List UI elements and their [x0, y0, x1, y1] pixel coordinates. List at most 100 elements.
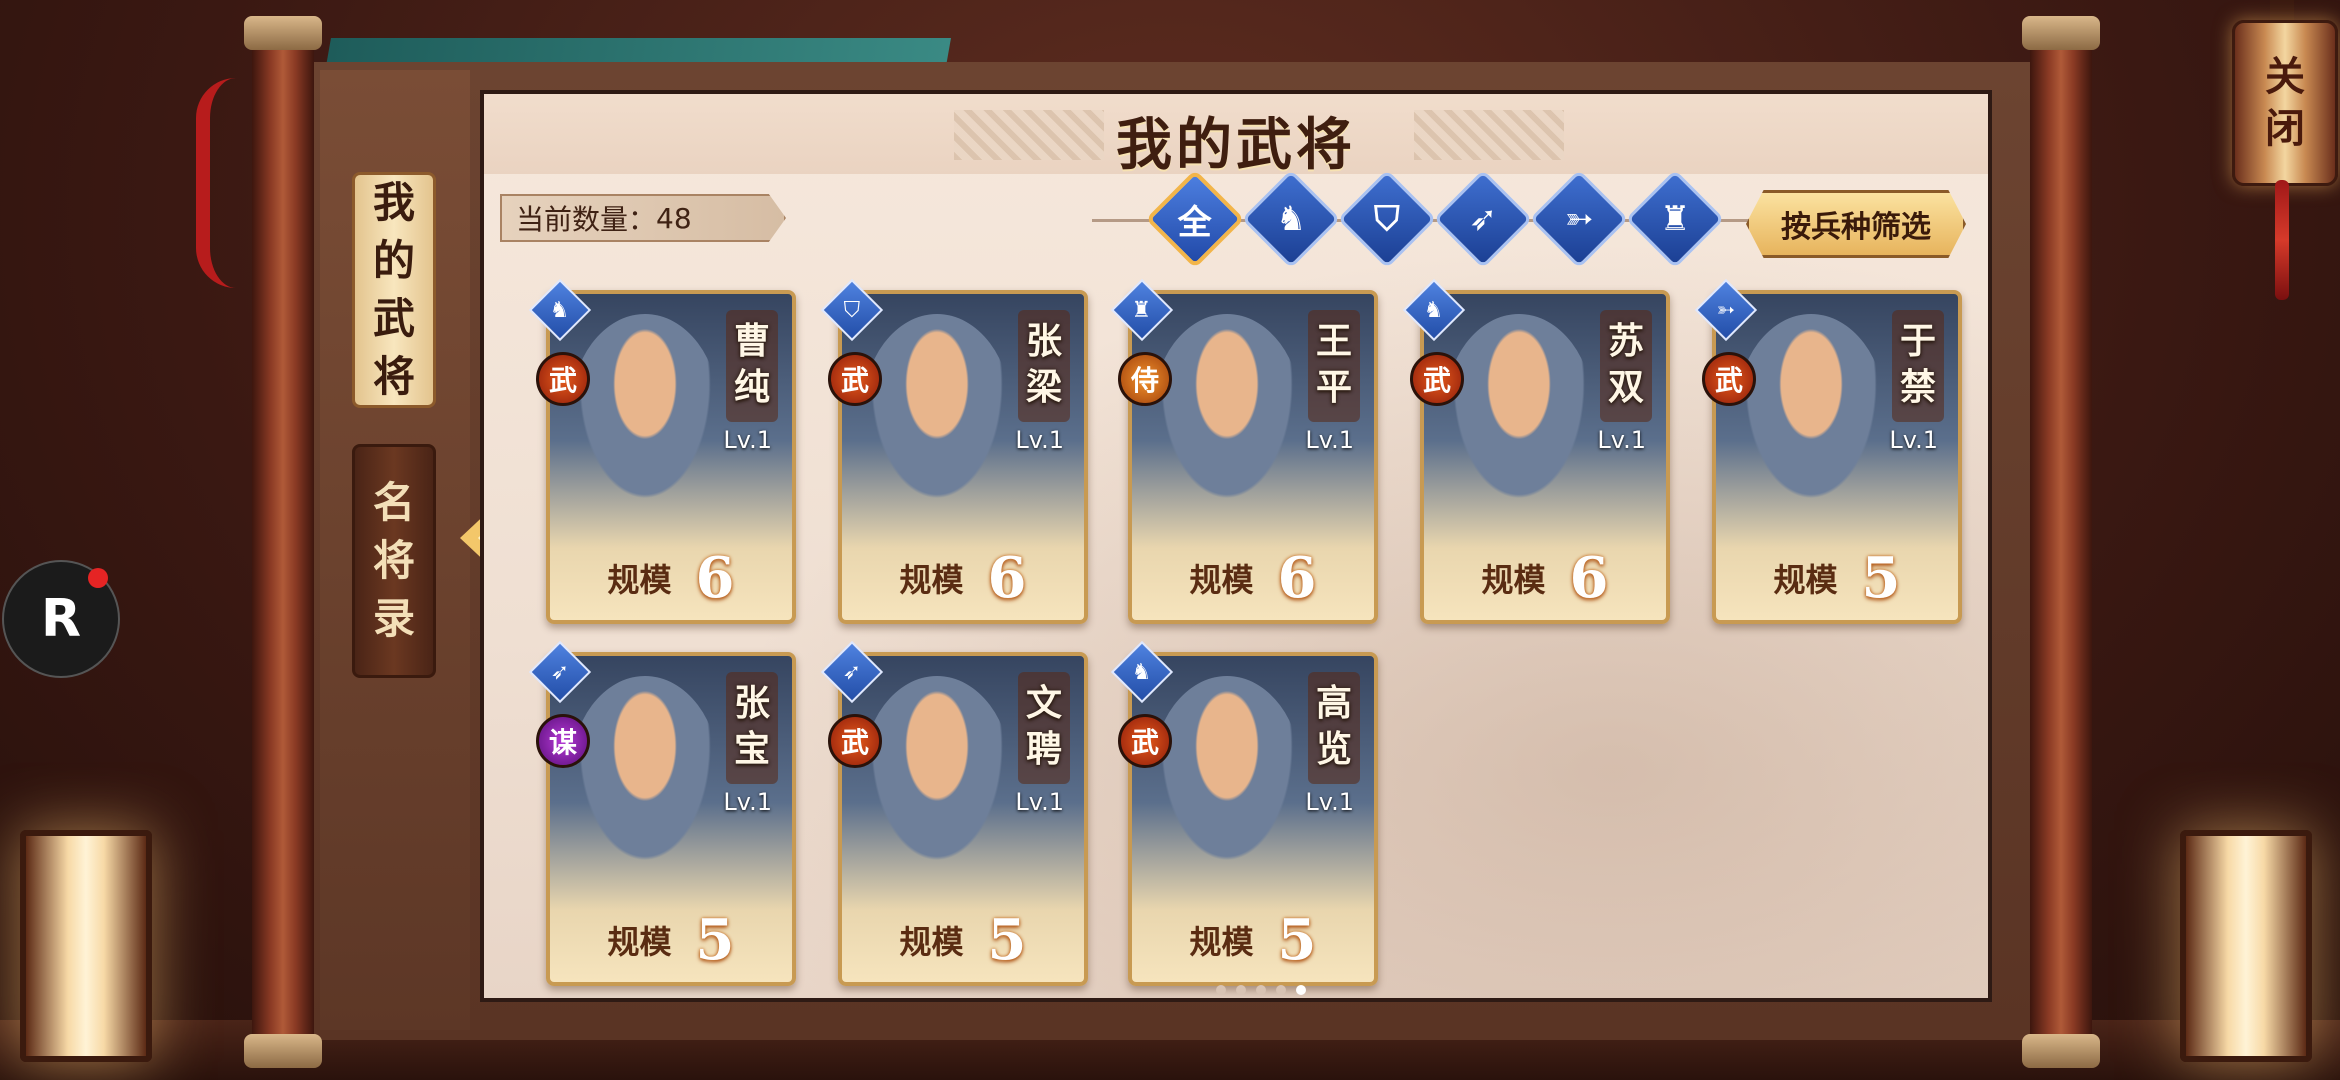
- scale-value: 5: [1277, 907, 1317, 973]
- page-title: 我的武将: [1116, 112, 1356, 178]
- scale-value: 6: [695, 545, 735, 611]
- general-level: Lv.1: [1305, 788, 1354, 816]
- general-name: 苏双: [1604, 318, 1648, 410]
- general-name: 张梁: [1022, 318, 1066, 410]
- tab-char: 将: [372, 352, 415, 401]
- role-badge: 武: [536, 352, 590, 406]
- general-card[interactable]: 苏双 Lv.1 ♞ 武规模 6: [1402, 278, 1670, 624]
- general-portrait: [1444, 314, 1594, 514]
- floor-lantern-right: [2180, 830, 2312, 1062]
- siege-icon: ♜: [1659, 198, 1691, 239]
- general-name: 张宝: [730, 680, 774, 772]
- general-card[interactable]: 王平 Lv.1 ♜ 侍规模 6: [1110, 278, 1378, 624]
- recording-dot: [88, 568, 108, 588]
- general-card[interactable]: 曹纯 Lv.1 ♞ 武规模 6: [528, 278, 796, 624]
- cavalry-icon: ♞: [1424, 297, 1444, 323]
- general-portrait: [1152, 314, 1302, 514]
- close-button[interactable]: 关 闭: [2232, 20, 2338, 186]
- floor-lantern-left: [20, 830, 152, 1062]
- general-name-char: 曹: [733, 320, 770, 362]
- page-indicator: [1216, 985, 1306, 995]
- bow-icon: ➳: [1716, 297, 1736, 323]
- scale-row: 规模 6: [1132, 545, 1374, 611]
- general-card[interactable]: 张宝 Lv.1 ➶ 谋规模 5: [528, 640, 796, 986]
- page-dot: [1216, 985, 1226, 995]
- cavalry-icon: ♞: [550, 297, 570, 323]
- scroll-rod-left: [244, 16, 322, 1068]
- cavalry-icon: ♞: [1275, 198, 1307, 239]
- spear-icon: ➶: [550, 659, 570, 685]
- tab-char: 的: [372, 236, 415, 285]
- shield-icon: ⛉: [843, 297, 861, 323]
- general-name: 高览: [1312, 680, 1356, 772]
- general-portrait: [1152, 676, 1302, 876]
- general-name-char: 平: [1315, 366, 1352, 408]
- spear-icon: ➶: [1468, 199, 1498, 239]
- scale-label: 规模: [899, 561, 964, 599]
- scale-value: 5: [1861, 545, 1901, 611]
- tab-char: 将: [372, 536, 415, 585]
- screen-recorder-button[interactable]: R: [2, 560, 120, 678]
- general-name-char: 王: [1315, 320, 1352, 362]
- general-name-char: 宝: [733, 728, 770, 770]
- general-name-char: 聘: [1025, 728, 1062, 770]
- scale-row: 规模 6: [1424, 545, 1666, 611]
- count-value: 48: [656, 201, 692, 235]
- role-badge: 武: [1702, 352, 1756, 406]
- general-card[interactable]: 高览 Lv.1 ♞ 武规模 5: [1110, 640, 1378, 986]
- general-name: 于禁: [1896, 318, 1940, 410]
- role-badge: 武: [1118, 714, 1172, 768]
- tab-famous-generals[interactable]: 名将录: [352, 444, 436, 678]
- general-name-char: 文: [1025, 682, 1062, 724]
- general-level: Lv.1: [1015, 426, 1064, 454]
- general-level: Lv.1: [1015, 788, 1064, 816]
- general-portrait: [862, 314, 1012, 514]
- scale-value: 6: [1569, 545, 1609, 611]
- shield-icon: ⛉: [1374, 199, 1400, 239]
- general-name-char: 纯: [733, 366, 770, 408]
- scale-label: 规模: [1481, 561, 1546, 599]
- scroll-rod-right: [2022, 16, 2100, 1068]
- bow-icon: ➳: [1564, 199, 1594, 239]
- recorder-icon: R: [40, 589, 82, 649]
- general-card[interactable]: 于禁 Lv.1 ➳ 武规模 5: [1694, 278, 1962, 624]
- filter-by-troop-button[interactable]: 按兵种筛选: [1746, 190, 1966, 258]
- general-name-char: 张: [733, 682, 770, 724]
- general-level: Lv.1: [723, 788, 772, 816]
- scale-label: 规模: [1189, 561, 1254, 599]
- scale-label: 规模: [607, 561, 672, 599]
- close-label-bottom: 闭: [2265, 105, 2305, 152]
- general-name: 文聘: [1022, 680, 1066, 772]
- general-name: 王平: [1312, 318, 1356, 410]
- general-card[interactable]: 张梁 Lv.1 ⛉ 武规模 6: [820, 278, 1088, 624]
- general-level: Lv.1: [1305, 426, 1354, 454]
- scale-label: 规模: [607, 923, 672, 961]
- general-portrait: [1736, 314, 1886, 514]
- filter-all-label: 全: [1178, 202, 1212, 243]
- general-name-char: 苏: [1607, 320, 1644, 362]
- cavalry-icon: ♞: [1132, 659, 1152, 685]
- general-portrait: [862, 676, 1012, 876]
- general-name: 曹纯: [730, 318, 774, 410]
- tab-char: 录: [372, 594, 415, 643]
- tab-my-generals[interactable]: 我的武将: [352, 172, 436, 408]
- scale-row: 规模 5: [842, 907, 1084, 973]
- count-label: 当前数量：: [516, 203, 657, 236]
- close-label-top: 关: [2265, 53, 2305, 100]
- general-level: Lv.1: [723, 426, 772, 454]
- tab-char: 名: [372, 478, 415, 527]
- general-level: Lv.1: [1597, 426, 1646, 454]
- general-name-char: 于: [1899, 320, 1936, 362]
- scale-value: 5: [987, 907, 1027, 973]
- general-name-char: 张: [1025, 320, 1062, 362]
- general-name-char: 双: [1607, 366, 1644, 408]
- siege-icon: ♜: [1132, 297, 1152, 323]
- spear-icon: ➶: [842, 659, 862, 685]
- title-band: 我的武将: [484, 94, 1988, 178]
- page-dot: [1276, 985, 1286, 995]
- general-name-char: 高: [1315, 682, 1352, 724]
- role-badge: 武: [1410, 352, 1464, 406]
- tab-char: 武: [372, 294, 415, 343]
- tab-char: 我: [372, 178, 415, 227]
- general-card[interactable]: 文聘 Lv.1 ➶ 武规模 5: [820, 640, 1088, 986]
